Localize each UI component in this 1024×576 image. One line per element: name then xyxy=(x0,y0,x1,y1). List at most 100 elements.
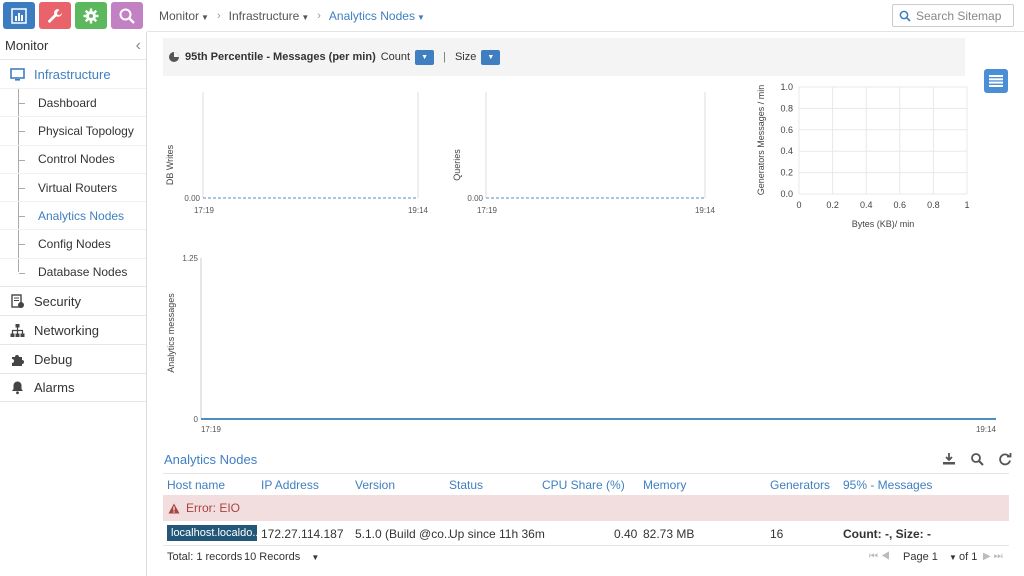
search-icon[interactable] xyxy=(970,452,984,466)
scatter-x-label: Bytes (KB)/ min xyxy=(852,219,915,229)
grid-footer: Total: 1 records 10 Records ▼ ⏮◀ Page 1 … xyxy=(163,546,1009,570)
column-header-messages[interactable]: 95% - Messages xyxy=(843,478,932,492)
pager-next-icons[interactable]: ▶⏭ xyxy=(983,551,1006,562)
column-header-ip-address[interactable]: IP Address xyxy=(261,478,319,492)
column-header-generators[interactable]: Generators xyxy=(770,478,830,492)
analytics-y-tick: 0 xyxy=(194,415,199,424)
breadcrumb-analytics-nodes[interactable]: Analytics Nodes ▼ xyxy=(329,9,425,23)
scatter-x-tick: 0.4 xyxy=(860,200,873,210)
download-icon[interactable] xyxy=(942,452,956,466)
queries-y-label: Queries xyxy=(452,149,462,181)
analytics-x-tick: 17:19 xyxy=(201,425,222,434)
sidebar-item-debug-label: Debug xyxy=(34,351,73,367)
app-tabs xyxy=(0,0,147,32)
page-size-select[interactable]: 10 Records ▼ xyxy=(244,551,319,563)
column-header-memory[interactable]: Memory xyxy=(643,478,686,492)
analytics-y-label: Analytics messages xyxy=(166,293,176,373)
security-icon xyxy=(11,293,24,308)
sidebar-item-label: Physical Topology xyxy=(38,123,134,138)
db-writes-x-tick: 17:19 xyxy=(194,206,215,215)
scatter-x-tick: 1 xyxy=(964,200,969,210)
sidebar-item-physical-topology[interactable]: Physical Topology xyxy=(0,116,146,144)
column-header-host-name[interactable]: Host name xyxy=(167,478,225,492)
scatter-y-tick: 0.0 xyxy=(780,189,793,199)
scatter-y-tick: 1.0 xyxy=(780,82,793,92)
sidebar-item-infrastructure-label: Infrastructure xyxy=(34,66,111,82)
search-input[interactable] xyxy=(916,8,1011,23)
search-box[interactable] xyxy=(892,4,1014,27)
pager-prev-icons[interactable]: ⏮◀ xyxy=(869,551,893,562)
scatter-y-tick: 0.8 xyxy=(780,103,793,113)
breadcrumb-separator-icon: › xyxy=(317,10,321,22)
sidebar-title: Monitor xyxy=(5,38,49,53)
sidebar-item-debug[interactable]: Debug xyxy=(0,344,146,373)
table-row[interactable]: localhost.localdo... 172.27.114.187 5.1.… xyxy=(163,521,1009,546)
breadcrumb-infrastructure[interactable]: Infrastructure ▼ xyxy=(229,9,310,23)
main-content: 95th Percentile - Messages (per min) Cou… xyxy=(147,32,1024,576)
chevron-down-icon: ▼ xyxy=(948,553,957,562)
queries-x-tick: 19:14 xyxy=(695,206,716,215)
queries-x-tick: 17:19 xyxy=(477,206,498,215)
page-label: Page 1 xyxy=(903,551,938,563)
analytics-nodes-grid: Host name IP Address Version Status CPU … xyxy=(163,473,1009,570)
search-icon xyxy=(119,8,135,24)
page-select[interactable]: Page 1 ▼ xyxy=(903,551,957,563)
scatter-x-tick: 0 xyxy=(796,200,801,210)
breadcrumb-analytics-nodes-label: Analytics Nodes xyxy=(328,9,415,23)
chevron-down-icon: ▼ xyxy=(201,13,209,22)
chevron-down-icon: ▼ xyxy=(416,13,425,22)
generators-cell: 16 xyxy=(770,527,784,541)
sidebar-item-alarms-label: Alarms xyxy=(34,380,75,396)
sidebar-item-dashboard[interactable]: Dashboard xyxy=(0,88,146,116)
header: Monitor ▼ › Infrastructure ▼ › Analytics N… xyxy=(147,0,1024,32)
breadcrumb-infrastructure-label: Infrastructure xyxy=(228,9,300,23)
column-header-status[interactable]: Status xyxy=(449,478,483,492)
grid-header: Host name IP Address Version Status CPU … xyxy=(163,473,1009,495)
scatter-y-tick: 0.2 xyxy=(780,168,793,178)
sidebar-item-networking-label: Networking xyxy=(34,322,100,338)
collapse-sidebar-icon[interactable]: ‹ xyxy=(136,37,141,55)
settings-tab[interactable] xyxy=(75,2,107,29)
db-writes-y-label: DB Writes xyxy=(165,144,175,185)
sidebar-item-security[interactable]: Security xyxy=(0,286,146,315)
column-header-version[interactable]: Version xyxy=(355,478,395,492)
search-icon xyxy=(899,10,911,22)
wrench-icon xyxy=(48,8,62,23)
sidebar-item-label: Dashboard xyxy=(38,95,97,110)
sidebar-item-virtual-routers[interactable]: Virtual Routers xyxy=(0,172,146,201)
query-tab[interactable] xyxy=(111,2,143,29)
breadcrumb-monitor[interactable]: Monitor ▼ xyxy=(159,9,209,23)
refresh-icon[interactable] xyxy=(998,452,1012,466)
scatter-x-tick: 0.6 xyxy=(894,200,907,210)
column-header-cpu-share[interactable]: CPU Share (%) xyxy=(542,478,625,492)
sidebar-item-label: Config Nodes xyxy=(38,237,111,252)
sidebar-item-control-nodes[interactable]: Control Nodes xyxy=(0,144,146,173)
sidebar-item-infrastructure[interactable]: Infrastructure xyxy=(0,59,146,88)
cpu-share-cell: 0.40 xyxy=(614,527,638,541)
sidebar-item-label: Database Nodes xyxy=(38,265,128,280)
grid-title: Analytics Nodes xyxy=(164,452,258,467)
scatter-x-tick: 0.8 xyxy=(927,200,940,210)
bell-icon xyxy=(12,381,23,395)
sidebar-header: Monitor ‹ xyxy=(0,32,146,59)
sidebar-item-alarms[interactable]: Alarms xyxy=(0,373,146,403)
grid-toolbar xyxy=(942,452,1012,466)
messages-cell: Count: -, Size: - xyxy=(843,527,931,541)
queries-y-tick: 0.00 xyxy=(467,194,483,203)
sidebar-item-label: Analytics Nodes xyxy=(38,208,125,223)
host-name-link[interactable]: localhost.localdo... xyxy=(167,525,257,541)
configure-tab[interactable] xyxy=(39,2,71,29)
monitor-icon xyxy=(10,67,25,81)
monitor-tab[interactable] xyxy=(3,2,35,29)
status-cell: Up since 11h 36m xyxy=(449,527,545,541)
network-icon xyxy=(10,323,25,337)
db-writes-x-tick: 19:14 xyxy=(408,206,429,215)
sidebar-item-networking[interactable]: Networking xyxy=(0,315,146,344)
page-total: of 1 xyxy=(959,551,978,563)
sidebar-item-config-nodes[interactable]: Config Nodes xyxy=(0,229,146,257)
sidebar-item-database-nodes[interactable]: Database Nodes xyxy=(0,257,146,286)
chevron-down-icon: ▼ xyxy=(311,553,320,562)
sidebar-item-analytics-nodes[interactable]: Analytics Nodes xyxy=(0,201,146,229)
total-records: Total: 1 records xyxy=(167,551,243,563)
sidebar-item-label: Virtual Routers xyxy=(38,180,118,195)
